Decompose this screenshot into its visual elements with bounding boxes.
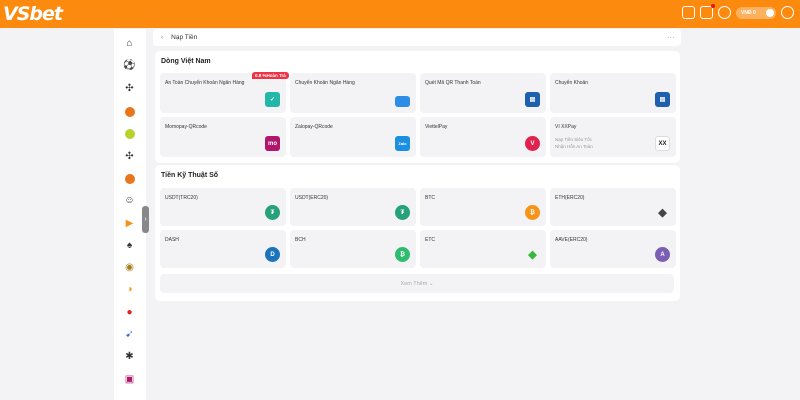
payment-grid: An Toàn Chuyển Khoản Ngân Hàng 0.8 %Hoàn… xyxy=(160,72,676,157)
bank-card-icon xyxy=(395,96,410,107)
deposit-icon[interactable] xyxy=(682,6,695,19)
card-label: USDT(ERC20) xyxy=(295,195,329,201)
refresh-icon[interactable] xyxy=(781,6,794,19)
ethereum-classic-icon: ◆ xyxy=(528,249,537,261)
card-label: An Toàn Chuyển Khoản Ngân Hàng xyxy=(165,80,245,86)
support-headset-icon[interactable] xyxy=(718,6,731,19)
crab-icon[interactable]: ▣ xyxy=(123,373,136,386)
basketball-icon[interactable] xyxy=(123,105,136,118)
dash-icon: D xyxy=(265,247,280,262)
payment-card-qr-scan[interactable]: Quét Mã QR Thanh Toán ▤ xyxy=(420,73,546,113)
notification-dot xyxy=(711,4,715,8)
xxpay-icon: XX xyxy=(655,136,670,151)
card-label: Momopay-QRcode xyxy=(165,124,207,130)
bitcoin-icon: ₿ xyxy=(525,205,540,220)
card-label: Quét Mã QR Thanh Toán xyxy=(425,80,481,86)
ethereum-icon: ◆ xyxy=(658,207,667,219)
card-label: ViettelPay xyxy=(425,124,448,130)
vsbet-logo[interactable]: VSbet xyxy=(3,3,63,25)
card-subtitle-line2: Nhận Hỗn An Toàn xyxy=(555,144,593,149)
soccer-icon[interactable]: ✣ xyxy=(123,82,136,95)
crypto-card-eth[interactable]: ETH(ERC20) ◆ xyxy=(550,188,676,226)
usdt-erc20-icon: ₮ xyxy=(395,205,410,220)
atm-icon: ▤ xyxy=(655,92,670,107)
payment-card-momopay[interactable]: Momopay-QRcode mo xyxy=(160,117,286,157)
bitcoin-cash-icon: ₿ xyxy=(395,247,410,262)
crypto-grid: USDT(TRC20) ₮ USDT(ERC20) ₮ BTC ₿ ETH(ER… xyxy=(160,188,676,268)
cashback-badge: 0.8 %Hoàn Trả xyxy=(252,72,289,79)
payment-card-viettelpay[interactable]: ViettelPay V xyxy=(420,117,546,157)
payment-card-bank-transfer[interactable]: Chuyển Khoản Ngân Hàng xyxy=(290,73,416,113)
notification-icon[interactable] xyxy=(700,4,715,19)
crypto-card-aave[interactable]: AAVE(ERC20) A xyxy=(550,230,676,268)
football-icon[interactable]: ⚽ xyxy=(123,59,136,72)
balance-knob xyxy=(766,8,774,17)
fire-icon[interactable]: ➹ xyxy=(123,328,136,341)
more-options-button[interactable]: ··· xyxy=(667,34,675,41)
crypto-card-btc[interactable]: BTC ₿ xyxy=(420,188,546,226)
payment-card-xxpay[interactable]: Ví XXPay Nạp Tiền Siêu Tốc Nhận Hỗn An To… xyxy=(550,117,676,157)
lottery-icon[interactable]: ☺ xyxy=(123,194,136,207)
back-arrow-icon[interactable]: ‹ xyxy=(161,34,163,41)
card-label: Chuyển Khoản xyxy=(555,80,589,86)
card-label: BCH xyxy=(295,237,306,243)
card-label: USDT(TRC20) xyxy=(165,195,198,201)
card-label: BTC xyxy=(425,195,435,201)
top-header: VSbet VNĐ 0 xyxy=(0,0,800,28)
viettelpay-icon: V xyxy=(525,136,540,151)
card-label: Chuyển Khoản Ngân Hàng xyxy=(295,80,355,86)
star-icon[interactable]: ✱ xyxy=(123,350,136,363)
spade-icon[interactable]: ♠ xyxy=(123,239,136,252)
section-title: Tiền Kỹ Thuật Số xyxy=(161,172,219,179)
usdt-trc20-icon: ₮ xyxy=(265,205,280,220)
card-label: Ví XXPay xyxy=(555,124,577,130)
card-label: ETC xyxy=(425,237,435,243)
sidebar-collapse-toggle[interactable]: › xyxy=(142,206,149,233)
page-title: Nạp Tiền xyxy=(171,34,198,41)
page-topbar: ‹ Nạp Tiền ··· xyxy=(153,29,681,46)
momo-icon: mo xyxy=(265,136,280,151)
home-icon[interactable]: ⌂ xyxy=(123,37,136,50)
balance-text: VNĐ 0 xyxy=(741,9,756,16)
card-label: Zalopay-QRcode xyxy=(295,124,333,130)
payment-card-zalopay[interactable]: Zalopay-QRcode Zalo xyxy=(290,117,416,157)
vietnam-methods-panel: Dòng Việt Nam An Toàn Chuyển Khoản Ngân … xyxy=(155,51,680,163)
crypto-card-bch[interactable]: BCH ₿ xyxy=(290,230,416,268)
shield-icon: ✓ xyxy=(265,92,280,107)
crypto-card-dash[interactable]: DASH D xyxy=(160,230,286,268)
crypto-methods-panel: Tiền Kỹ Thuật Số USDT(TRC20) ₮ USDT(ERC2… xyxy=(155,165,680,301)
show-more-button[interactable]: Xem Thêm ⌄ xyxy=(160,274,674,293)
ball-icon[interactable] xyxy=(123,172,136,185)
balance-toggle[interactable]: VNĐ 0 xyxy=(736,6,776,19)
section-title: Dòng Việt Nam xyxy=(161,58,211,65)
card-subtitle-line1: Nạp Tiền Siêu Tốc xyxy=(555,137,592,142)
crypto-card-usdt-trc20[interactable]: USDT(TRC20) ₮ xyxy=(160,188,286,226)
zalopay-icon: Zalo xyxy=(395,136,410,151)
casino-icon[interactable]: ◉ xyxy=(123,261,136,274)
slot-icon[interactable]: ◑ xyxy=(123,283,136,296)
fish-icon[interactable]: ● xyxy=(123,306,136,319)
play-icon[interactable]: ▶ xyxy=(123,217,136,230)
header-actions: VNĐ 0 xyxy=(682,4,794,19)
crypto-card-usdt-erc20[interactable]: USDT(ERC20) ₮ xyxy=(290,188,416,226)
aave-icon: A xyxy=(655,247,670,262)
card-label: ETH(ERC20) xyxy=(555,195,585,201)
tennis-icon[interactable] xyxy=(123,127,136,140)
volleyball-icon[interactable]: ✣ xyxy=(123,150,136,163)
crypto-card-etc[interactable]: ETC ◆ xyxy=(420,230,546,268)
payment-card-transfer[interactable]: Chuyển Khoản ▤ xyxy=(550,73,676,113)
qr-bank-icon: ▤ xyxy=(525,92,540,107)
card-label: AAVE(ERC20) xyxy=(555,237,588,243)
payment-card-safe-bank-transfer[interactable]: An Toàn Chuyển Khoản Ngân Hàng 0.8 %Hoàn… xyxy=(160,72,289,113)
card-subtitle: Nạp Tiền Siêu Tốc Nhận Hỗn An Toàn xyxy=(555,136,593,150)
card-label: DASH xyxy=(165,237,179,243)
